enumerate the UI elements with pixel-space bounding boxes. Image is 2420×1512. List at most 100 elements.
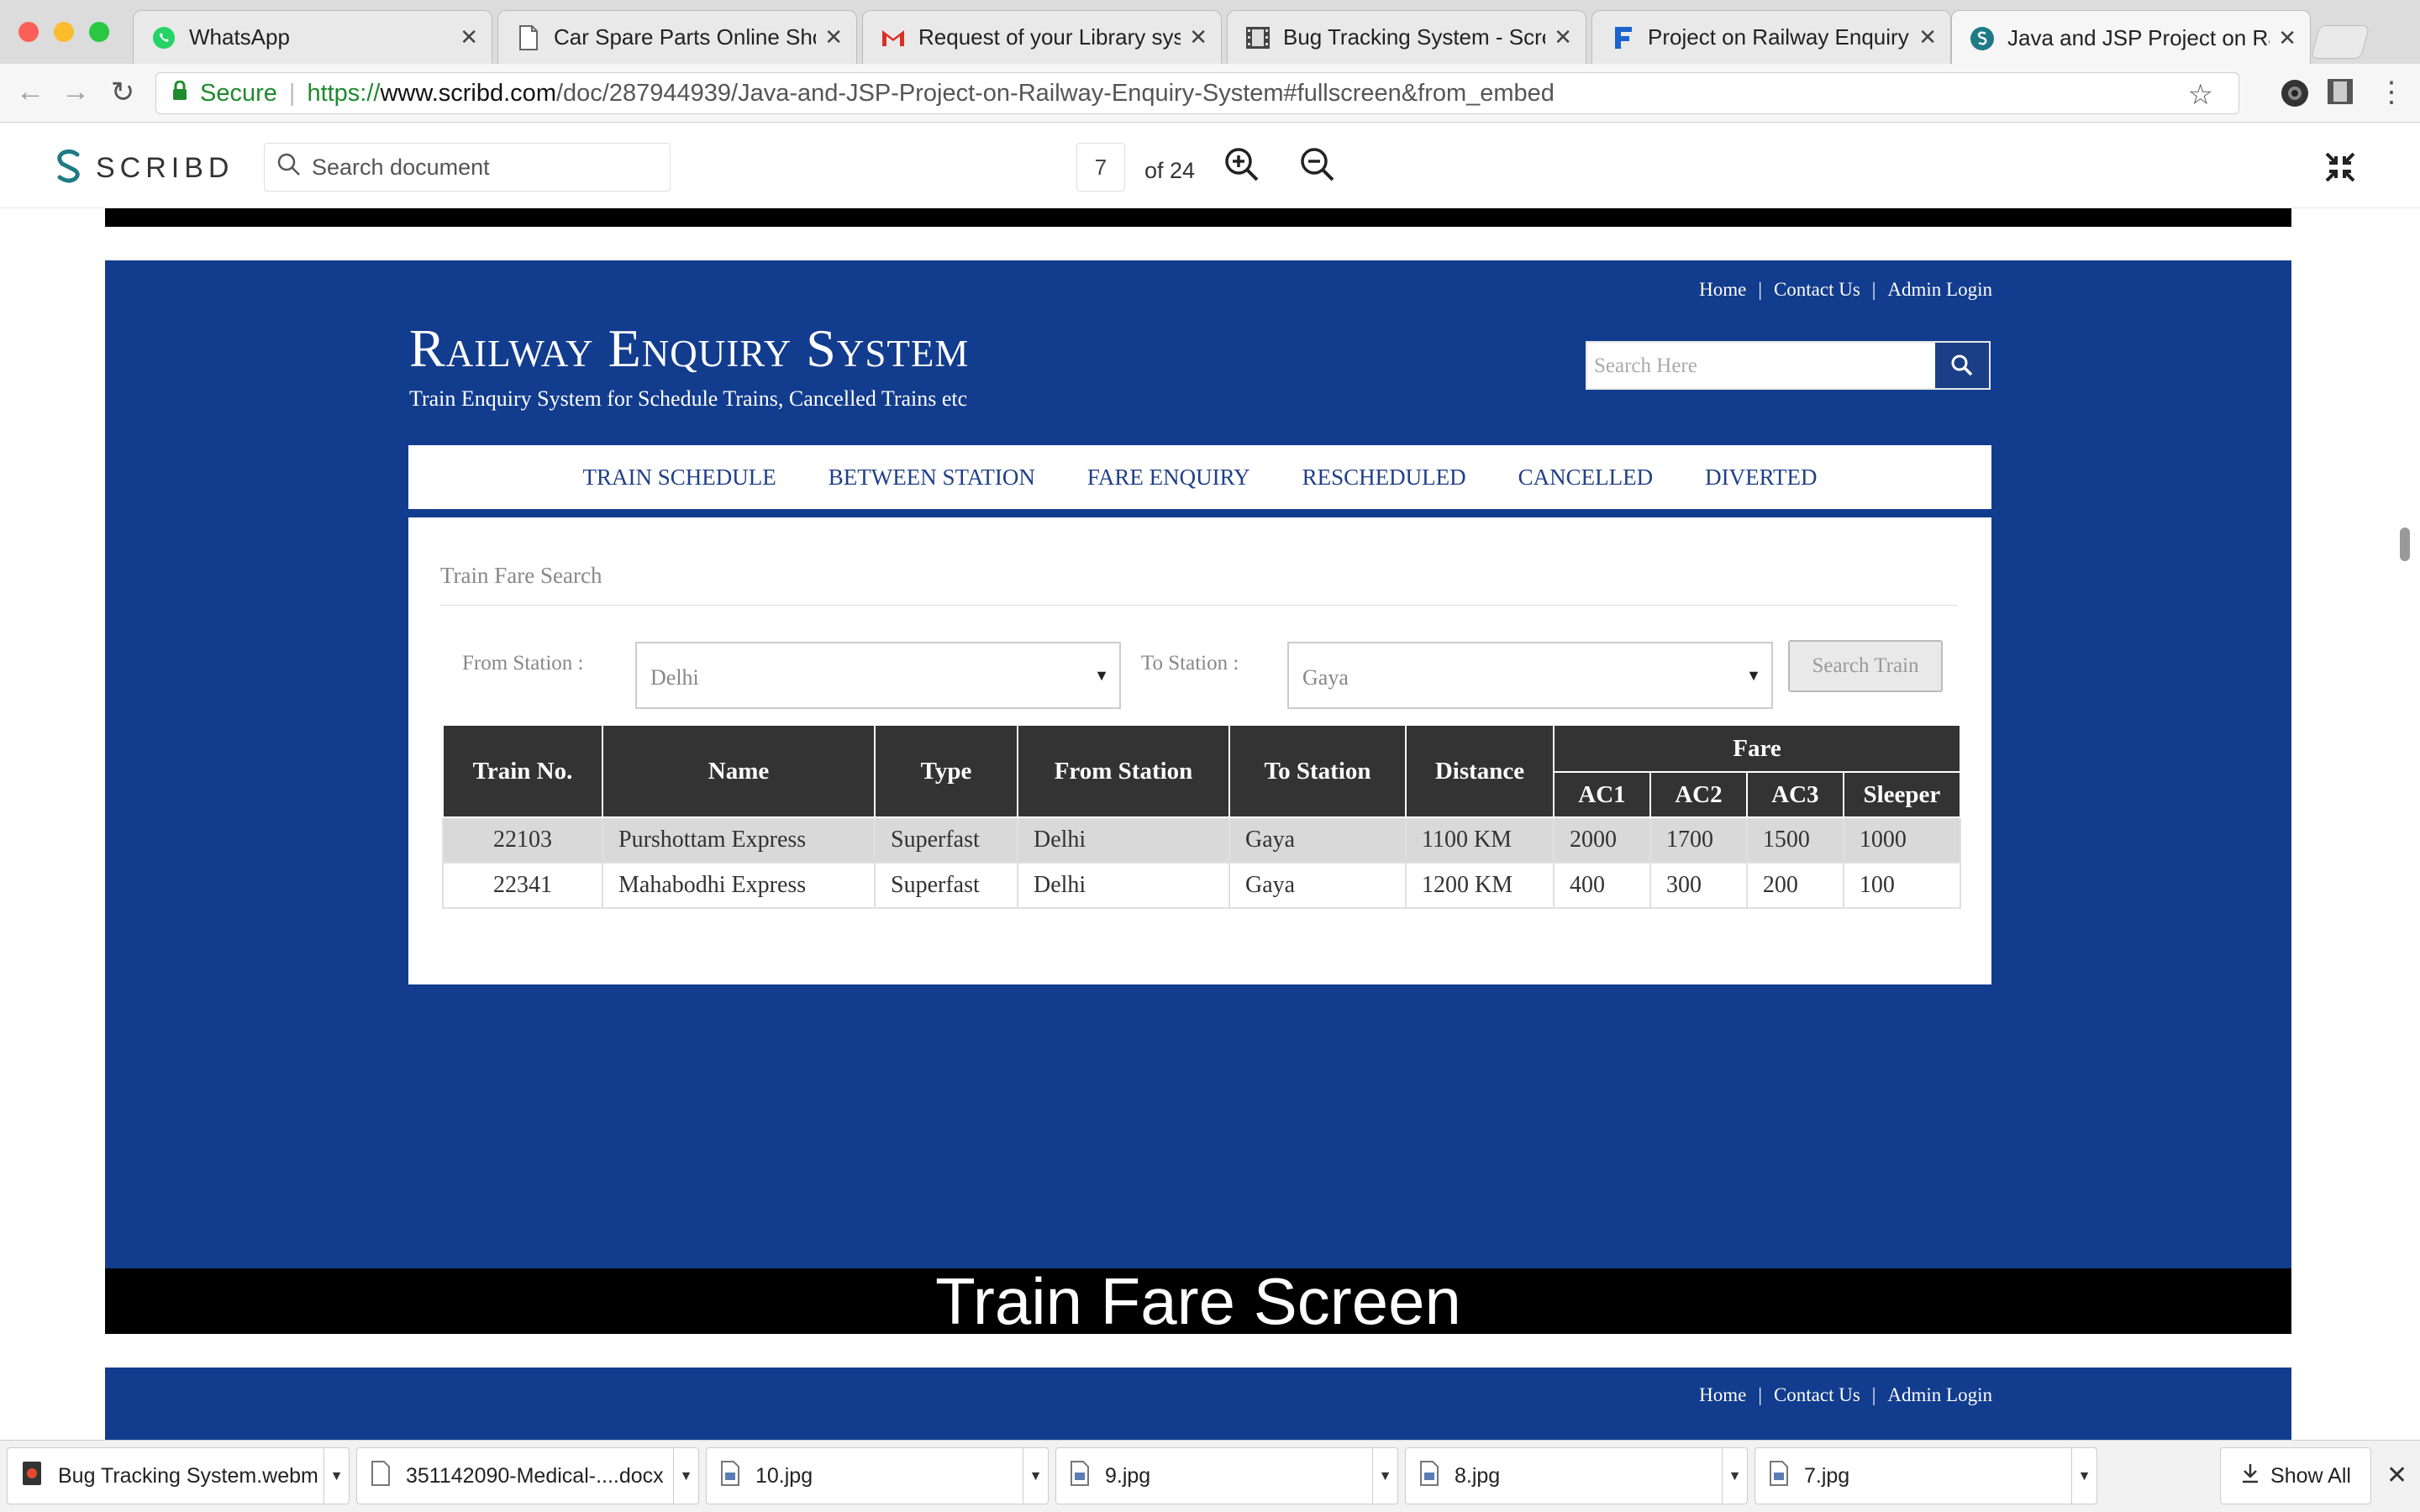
page-total-label: of 24 (1144, 158, 1196, 183)
caret-down-icon: ▼ (1746, 667, 1761, 684)
tab-java-jsp-project[interactable]: Java and JSP Project on Rail ✕ (1951, 10, 2311, 66)
whatsapp-icon (150, 24, 177, 51)
exit-fullscreen-icon[interactable] (2324, 151, 2356, 183)
tab-title: Java and JSP Project on Rail (2007, 25, 2270, 50)
admin-login-link[interactable]: Admin Login (1887, 1384, 1992, 1406)
train-name-cell: Mahabodhi Express (602, 862, 876, 909)
admin-login-link[interactable]: Admin Login (1887, 279, 1992, 301)
browser-menu-icon[interactable]: ⋮ (2375, 76, 2408, 109)
tab-car-spare-parts[interactable]: Car Spare Parts Online Shop ✕ (497, 10, 857, 64)
f-icon (1609, 24, 1636, 51)
menu-cancelled[interactable]: CANCELLED (1518, 465, 1653, 491)
tab-library-request[interactable]: Request of your Library syst ✕ (862, 10, 1222, 64)
download-item[interactable]: 351142090-Medical-....docx ▼ (356, 1447, 699, 1504)
minimize-window-button[interactable] (54, 22, 74, 42)
download-item[interactable]: 9.jpg ▼ (1055, 1447, 1398, 1504)
zoom-in-icon[interactable] (1223, 146, 1260, 183)
close-tab-icon[interactable]: ✕ (1918, 24, 1937, 50)
column-header: AC1 (1553, 771, 1651, 818)
screen-caption: Train Fare Screen (105, 1264, 2291, 1338)
menu-train-schedule[interactable]: TRAIN SCHEDULE (583, 465, 776, 491)
bookmark-star-icon[interactable]: ☆ (2188, 78, 2213, 112)
document-viewport: Home | Contact Us | Admin Login Railway … (0, 208, 2420, 1440)
chevron-down-icon[interactable]: ▼ (324, 1448, 349, 1504)
site-search-button[interactable] (1935, 343, 1989, 388)
from-station-select[interactable]: Delhi ▼ (635, 642, 1121, 709)
download-item[interactable]: 7.jpg ▼ (1754, 1447, 2097, 1504)
link-divider: | (1758, 1384, 1762, 1405)
back-button[interactable]: ← (13, 76, 47, 108)
to-station-cell: Gaya (1228, 862, 1407, 909)
fare-ac2-cell: 300 (1649, 862, 1748, 909)
document-page: Home | Contact Us | Admin Login Railway … (105, 260, 2291, 1338)
page-number-input[interactable]: 7 (1076, 143, 1125, 192)
link-divider: | (1871, 1384, 1876, 1405)
lock-icon (171, 80, 188, 108)
close-tab-icon[interactable]: ✕ (1189, 24, 1207, 50)
menu-diverted[interactable]: DIVERTED (1705, 465, 1817, 491)
close-tab-icon[interactable]: ✕ (460, 24, 478, 50)
close-tab-icon[interactable]: ✕ (824, 24, 843, 50)
menu-fare-enquiry[interactable]: FARE ENQUIRY (1087, 465, 1250, 491)
extension-film-icon[interactable] (2326, 77, 2358, 109)
tab-whatsapp[interactable]: WhatsApp ✕ (133, 10, 492, 64)
close-tab-icon[interactable]: ✕ (2278, 25, 2296, 51)
search-train-button[interactable]: Search Train (1788, 640, 1943, 692)
menu-between-station[interactable]: BETWEEN STATION (829, 465, 1035, 491)
document-search-input[interactable]: Search document (264, 143, 671, 192)
image-file-icon (1070, 1460, 1090, 1492)
gmail-icon (880, 24, 907, 51)
secure-label: Secure (200, 79, 277, 107)
new-tab-button[interactable] (2310, 25, 2370, 59)
browser-tab-bar: WhatsApp ✕ Car Spare Parts Online Shop ✕… (0, 0, 2420, 66)
show-all-downloads-button[interactable]: Show All (2220, 1447, 2371, 1504)
document-search-placeholder: Search document (312, 154, 490, 180)
forward-button[interactable]: → (59, 76, 92, 108)
next-document-page: Home | Contact Us | Admin Login (105, 1368, 2291, 1440)
close-shelf-icon[interactable]: ✕ (2386, 1461, 2407, 1490)
site-top-links: Home | Contact Us | Admin Login (1699, 279, 1992, 301)
site-nav-menu: TRAIN SCHEDULE BETWEEN STATION FARE ENQU… (408, 445, 1991, 509)
site-search-box[interactable]: Search Here (1586, 341, 1991, 390)
chevron-down-icon[interactable]: ▼ (1372, 1448, 1397, 1504)
train-name-cell: Purshottam Express (602, 816, 876, 864)
browser-toolbar: ← → ↻ Secure | https://www.scribd.com/do… (0, 64, 2420, 123)
to-station-select[interactable]: Gaya ▼ (1287, 642, 1773, 709)
close-tab-icon[interactable]: ✕ (1554, 24, 1572, 50)
distance-cell: 1200 KM (1405, 862, 1555, 909)
image-file-icon (720, 1460, 740, 1492)
chevron-down-icon[interactable]: ▼ (1722, 1448, 1747, 1504)
chevron-down-icon[interactable]: ▼ (673, 1448, 698, 1504)
train-number-cell: 22341 (442, 862, 603, 909)
train-type-cell: Superfast (874, 862, 1018, 909)
tab-title: Car Spare Parts Online Shop (554, 24, 817, 50)
from-station-label: From Station : (462, 652, 584, 675)
download-shelf: Bug Tracking System.webm ▼ 351142090-Med… (0, 1440, 2420, 1512)
maximize-window-button[interactable] (89, 22, 109, 42)
address-bar[interactable]: Secure | https://www.scribd.com/doc/2879… (155, 72, 2239, 114)
home-link[interactable]: Home (1699, 279, 1746, 301)
url-host: www.scribd.com (380, 79, 556, 107)
from-station-value: Delhi (650, 665, 699, 690)
image-file-icon (1419, 1460, 1439, 1492)
extension-camera-icon[interactable] (2279, 77, 2311, 109)
close-window-button[interactable] (18, 22, 39, 42)
chevron-down-icon[interactable]: ▼ (2071, 1448, 2096, 1504)
scribd-logo[interactable]: SCRIBD (52, 148, 234, 189)
tab-bug-tracking[interactable]: Bug Tracking System - Scre ✕ (1227, 10, 1586, 64)
download-item[interactable]: 10.jpg ▼ (706, 1447, 1049, 1504)
reload-button[interactable]: ↻ (106, 76, 139, 109)
zoom-out-icon[interactable] (1299, 146, 1336, 183)
scrollbar-thumb[interactable] (2400, 528, 2410, 561)
site-subtitle: Train Enquiry System for Schedule Trains… (409, 386, 968, 411)
home-link[interactable]: Home (1699, 1384, 1746, 1406)
chevron-down-icon[interactable]: ▼ (1023, 1448, 1048, 1504)
link-divider: | (1871, 279, 1876, 300)
menu-rescheduled[interactable]: RESCHEDULED (1302, 465, 1466, 491)
tab-railway-enquiry[interactable]: Project on Railway Enquiry S ✕ (1591, 10, 1951, 64)
download-item[interactable]: 8.jpg ▼ (1405, 1447, 1748, 1504)
download-item[interactable]: Bug Tracking System.webm ▼ (7, 1447, 350, 1504)
contact-us-link[interactable]: Contact Us (1774, 1384, 1860, 1406)
contact-us-link[interactable]: Contact Us (1774, 279, 1860, 301)
tab-title: Bug Tracking System - Scre (1283, 24, 1546, 50)
